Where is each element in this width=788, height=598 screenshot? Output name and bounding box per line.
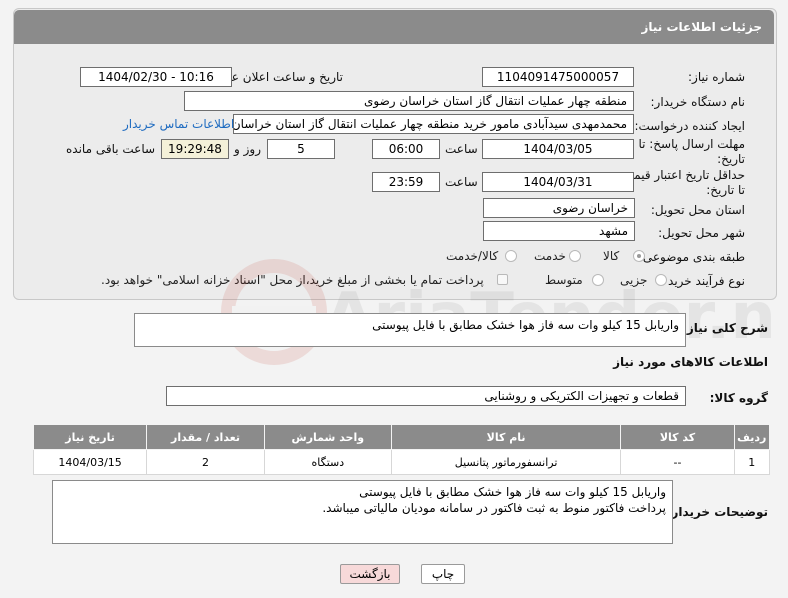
delivery-city-field: مشهد bbox=[483, 221, 635, 241]
reply-deadline-date-field: 1404/03/05 bbox=[482, 139, 634, 159]
buyer-org-field: منطقه چهار عملیات انتقال گاز استان خراسا… bbox=[184, 91, 634, 111]
goods-table: ردیف کد کالا نام کالا واحد شمارش تعداد /… bbox=[32, 424, 771, 475]
creator-field: محمدمهدی سیدآبادی مامور خرید منطقه چهار … bbox=[233, 114, 634, 134]
description-field: واریابل 15 کیلو وات سه فاز هوا خشک مطابق… bbox=[134, 313, 686, 347]
col-row: ردیف bbox=[733, 424, 771, 450]
days-remaining-field: 5 bbox=[267, 139, 335, 159]
print-button[interactable]: چاپ bbox=[421, 564, 465, 584]
category-radio-goods-service[interactable] bbox=[505, 250, 517, 262]
remaining-time-field: 19:29:48 bbox=[161, 139, 229, 159]
days-label: روز و bbox=[234, 142, 261, 156]
category-label: طبقه بندی موضوعی: bbox=[638, 250, 745, 264]
process-option-minor: جزیی bbox=[620, 273, 648, 287]
col-date: تاریخ نیاز bbox=[32, 424, 148, 450]
col-qty: تعداد / مقدار bbox=[146, 424, 265, 450]
reply-deadline-time-field: 06:00 bbox=[372, 139, 440, 159]
cell-name: ترانسفورماتور پتانسیل bbox=[390, 449, 622, 475]
category-option-service: خدمت bbox=[534, 249, 566, 263]
buyer-notes-field: واریابل 15 کیلو وات سه فاز هوا خشک مطابق… bbox=[52, 480, 673, 544]
buyer-notes-line-2: پرداخت فاکتور منوط به ثبت فاکتور در ساما… bbox=[322, 501, 666, 515]
col-unit: واحد شمارش bbox=[263, 424, 392, 450]
need-number-field: 1104091475000057 bbox=[482, 67, 634, 87]
buyer-notes-line-1: واریابل 15 کیلو وات سه فاز هوا خشک مطابق… bbox=[359, 485, 666, 499]
description-label: شرح کلی نیاز: bbox=[682, 321, 768, 335]
reply-deadline-label: مهلت ارسال پاسخ: تا bbox=[638, 137, 745, 151]
category-option-goods-service: کالا/خدمت bbox=[446, 249, 499, 263]
category-radio-goods[interactable] bbox=[633, 250, 645, 262]
process-radio-minor[interactable] bbox=[655, 274, 667, 286]
category-radio-service[interactable] bbox=[569, 250, 581, 262]
price-validity-label: حداقل تاریخ اعتبار قیمت: bbox=[618, 168, 745, 182]
cell-date: 1404/03/15 bbox=[32, 449, 148, 475]
goods-table-header: ردیف کد کالا نام کالا واحد شمارش تعداد /… bbox=[32, 424, 771, 450]
category-option-goods: کالا bbox=[603, 249, 620, 263]
buyer-org-label: نام دستگاه خریدار: bbox=[650, 95, 746, 109]
goods-section-title: اطلاعات کالاهای مورد نیاز bbox=[613, 355, 768, 369]
price-validity-date-field: 1404/03/31 bbox=[482, 172, 634, 192]
treasury-payment-note: پرداخت تمام یا بخشی از مبلغ خرید،از محل … bbox=[101, 273, 484, 287]
treasury-payment-checkbox[interactable] bbox=[497, 274, 508, 285]
delivery-province-label: استان محل تحویل: bbox=[650, 203, 745, 217]
cell-unit: دستگاه bbox=[263, 449, 392, 475]
buyer-contact-link[interactable]: اطلاعات تماس خریدار bbox=[123, 117, 234, 131]
delivery-province-field: خراسان رضوی bbox=[483, 198, 635, 218]
cell-code: -- bbox=[620, 449, 735, 475]
goods-group-field: قطعات و تجهیزات الکتریکی و روشنایی bbox=[166, 386, 686, 406]
reply-deadline-label-2: تاریخ: bbox=[717, 152, 745, 166]
page-title: جزئیات اطلاعات نیاز bbox=[641, 20, 762, 34]
process-radio-medium[interactable] bbox=[592, 274, 604, 286]
creator-label: ایجاد کننده درخواست: bbox=[634, 119, 745, 133]
delivery-city-label: شهر محل تحویل: bbox=[658, 226, 745, 240]
price-validity-time-field: 23:59 bbox=[372, 172, 440, 192]
buyer-notes-label: توضیحات خریدار: bbox=[666, 505, 768, 519]
price-validity-time-label: ساعت bbox=[445, 175, 478, 189]
col-code: کد کالا bbox=[620, 424, 735, 450]
price-validity-label-2: تا تاریخ: bbox=[706, 183, 745, 197]
goods-group-label: گروه کالا: bbox=[709, 391, 768, 405]
process-type-label: نوع فرآیند خرید : bbox=[660, 274, 745, 288]
col-name: نام کالا bbox=[390, 424, 622, 450]
cell-qty: 2 bbox=[146, 449, 265, 475]
back-button[interactable]: بازگشت bbox=[340, 564, 400, 584]
need-number-label: شماره نیاز: bbox=[688, 70, 745, 84]
table-row: 1 -- ترانسفورماتور پتانسیل دستگاه 2 1404… bbox=[32, 449, 771, 475]
remaining-time-label: ساعت باقی مانده bbox=[66, 142, 156, 156]
reply-time-label: ساعت bbox=[445, 142, 478, 156]
panel-header: جزئیات اطلاعات نیاز bbox=[14, 10, 774, 44]
cell-row: 1 bbox=[733, 449, 771, 475]
announce-datetime-field: 1404/02/30 - 10:16 bbox=[80, 67, 232, 87]
process-option-medium: متوسط bbox=[545, 273, 583, 287]
